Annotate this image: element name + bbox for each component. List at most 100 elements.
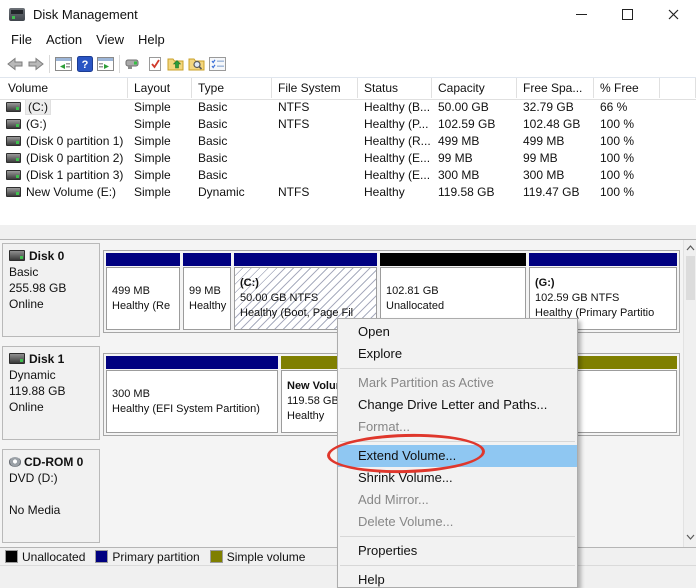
cdrom-name: CD-ROM 0 xyxy=(24,455,83,469)
vertical-scrollbar[interactable] xyxy=(683,240,696,547)
minimize-icon xyxy=(576,14,587,15)
column-header-pct-free[interactable]: % Free xyxy=(594,78,660,98)
partition-recovery[interactable]: 499 MBHealthy (Re xyxy=(106,253,180,330)
partition-type-bar xyxy=(529,253,677,266)
partition-efi[interactable]: 300 MBHealthy (EFI System Partition) xyxy=(106,356,278,433)
title-bar: Disk Management xyxy=(0,0,696,28)
volume-icon xyxy=(6,136,21,146)
cell-layout: Simple xyxy=(128,184,192,201)
partition-system[interactable]: 99 MBHealthy xyxy=(183,253,231,330)
column-header-free-space[interactable]: Free Spa... xyxy=(517,78,594,98)
disk-0-panel[interactable]: Disk 0 Basic 255.98 GB Online xyxy=(2,243,100,337)
disk-1-panel[interactable]: Disk 1 Dynamic 119.88 GB Online xyxy=(2,346,100,440)
cell-type: Dynamic xyxy=(192,184,272,201)
unallocated-swatch xyxy=(6,551,17,562)
partition-status: Healthy (EFI System Partition) xyxy=(112,402,277,417)
toolbar: ? xyxy=(0,50,696,78)
table-row[interactable]: (Disk 0 partition 2) Simple Basic Health… xyxy=(0,150,696,167)
cell-capacity: 499 MB xyxy=(432,133,517,150)
column-header-layout[interactable]: Layout xyxy=(128,78,192,98)
check-disk-button[interactable] xyxy=(144,53,165,75)
volume-list: Volume Layout Type File System Status Ca… xyxy=(0,78,696,225)
volume-name: (C:) xyxy=(26,100,50,114)
show-action-pane-button[interactable] xyxy=(95,53,116,75)
cell-type: Basic xyxy=(192,116,272,133)
help-button[interactable]: ? xyxy=(74,53,95,75)
table-row[interactable]: (C:) Simple Basic NTFS Healthy (B... 50.… xyxy=(0,99,696,116)
scroll-down-button[interactable] xyxy=(685,531,696,543)
properties-list-button[interactable] xyxy=(207,53,228,75)
disk-name: Disk 1 xyxy=(29,352,64,366)
legend-label: Unallocated xyxy=(22,550,85,564)
cell-capacity: 102.59 GB xyxy=(432,116,517,133)
legend-item-simple-volume: Simple volume xyxy=(211,550,306,564)
menu-help[interactable]: Help xyxy=(138,32,165,47)
cell-pct-free: 100 % xyxy=(594,184,660,201)
cell-file-system xyxy=(272,167,358,184)
cell-pct-free: 100 % xyxy=(594,116,660,133)
volume-icon xyxy=(6,170,21,180)
context-menu-item-open[interactable]: Open xyxy=(338,321,577,343)
minimize-button[interactable] xyxy=(558,0,604,28)
context-menu-item-add-mirror[interactable]: Add Mirror... xyxy=(338,489,577,511)
svg-text:?: ? xyxy=(81,59,88,71)
cell-file-system: NTFS xyxy=(272,116,358,133)
column-header-status[interactable]: Status xyxy=(358,78,432,98)
cell-pct-free: 100 % xyxy=(594,150,660,167)
partition-type-bar xyxy=(106,253,180,266)
table-row[interactable]: (G:) Simple Basic NTFS Healthy (P... 102… xyxy=(0,116,696,133)
properties-list-icon xyxy=(209,57,226,71)
cell-status: Healthy (B... xyxy=(358,99,432,116)
menu-separator xyxy=(340,368,575,369)
folder-up-icon xyxy=(167,56,184,71)
context-menu-item-help[interactable]: Help xyxy=(338,569,577,588)
menu-file[interactable]: File xyxy=(11,32,32,47)
column-header-file-system[interactable]: File System xyxy=(272,78,358,98)
cell-layout: Simple xyxy=(128,99,192,116)
cell-status: Healthy (R... xyxy=(358,133,432,150)
table-row[interactable]: (Disk 0 partition 1) Simple Basic Health… xyxy=(0,133,696,150)
spacer-line xyxy=(9,486,97,502)
context-menu-item-change-drive-letter[interactable]: Change Drive Letter and Paths... xyxy=(338,394,577,416)
volume-icon xyxy=(6,102,21,112)
table-row[interactable]: (Disk 1 partition 3) Simple Basic Health… xyxy=(0,167,696,184)
partition-name: (G:) xyxy=(535,276,676,291)
context-menu-item-explore[interactable]: Explore xyxy=(338,343,577,365)
forward-button[interactable] xyxy=(25,53,46,75)
rescan-disks-button[interactable] xyxy=(123,53,144,75)
cell-type: Basic xyxy=(192,133,272,150)
cdrom-media: DVD (D:) xyxy=(9,470,97,486)
cell-layout: Simple xyxy=(128,150,192,167)
column-header-capacity[interactable]: Capacity xyxy=(432,78,517,98)
legend-label: Simple volume xyxy=(227,550,306,564)
cd-icon xyxy=(9,457,21,467)
folder-search-button[interactable] xyxy=(186,53,207,75)
maximize-button[interactable] xyxy=(604,0,650,28)
show-console-tree-button[interactable] xyxy=(53,53,74,75)
menu-action[interactable]: Action xyxy=(46,32,82,47)
partition-type-bar xyxy=(234,253,377,266)
disk-management-window: Disk Management File Action View Help ? xyxy=(0,0,696,588)
back-button[interactable] xyxy=(4,53,25,75)
toolbar-separator xyxy=(49,55,50,73)
scrollbar-thumb[interactable] xyxy=(686,256,695,300)
folder-up-button[interactable] xyxy=(165,53,186,75)
close-button[interactable] xyxy=(650,0,696,28)
help-icon: ? xyxy=(77,56,93,72)
context-menu-item-properties[interactable]: Properties xyxy=(338,540,577,562)
cdrom-panel[interactable]: CD-ROM 0 DVD (D:) No Media xyxy=(2,449,100,543)
scroll-up-button[interactable] xyxy=(685,242,696,254)
column-header-volume[interactable]: Volume xyxy=(0,78,128,98)
folder-search-icon xyxy=(188,56,205,71)
cell-free-space: 99 MB xyxy=(517,150,594,167)
context-menu-item-format[interactable]: Format... xyxy=(338,416,577,438)
column-header-type[interactable]: Type xyxy=(192,78,272,98)
context-menu-item-mark-partition-active[interactable]: Mark Partition as Active xyxy=(338,372,577,394)
cell-type: Basic xyxy=(192,150,272,167)
table-row[interactable]: New Volume (E:) Simple Dynamic NTFS Heal… xyxy=(0,184,696,201)
menu-view[interactable]: View xyxy=(96,32,124,47)
context-menu-item-delete-volume[interactable]: Delete Volume... xyxy=(338,511,577,533)
pane-splitter[interactable] xyxy=(0,225,696,240)
legend-item-primary-partition: Primary partition xyxy=(96,550,199,564)
volume-name: (G:) xyxy=(26,117,47,131)
